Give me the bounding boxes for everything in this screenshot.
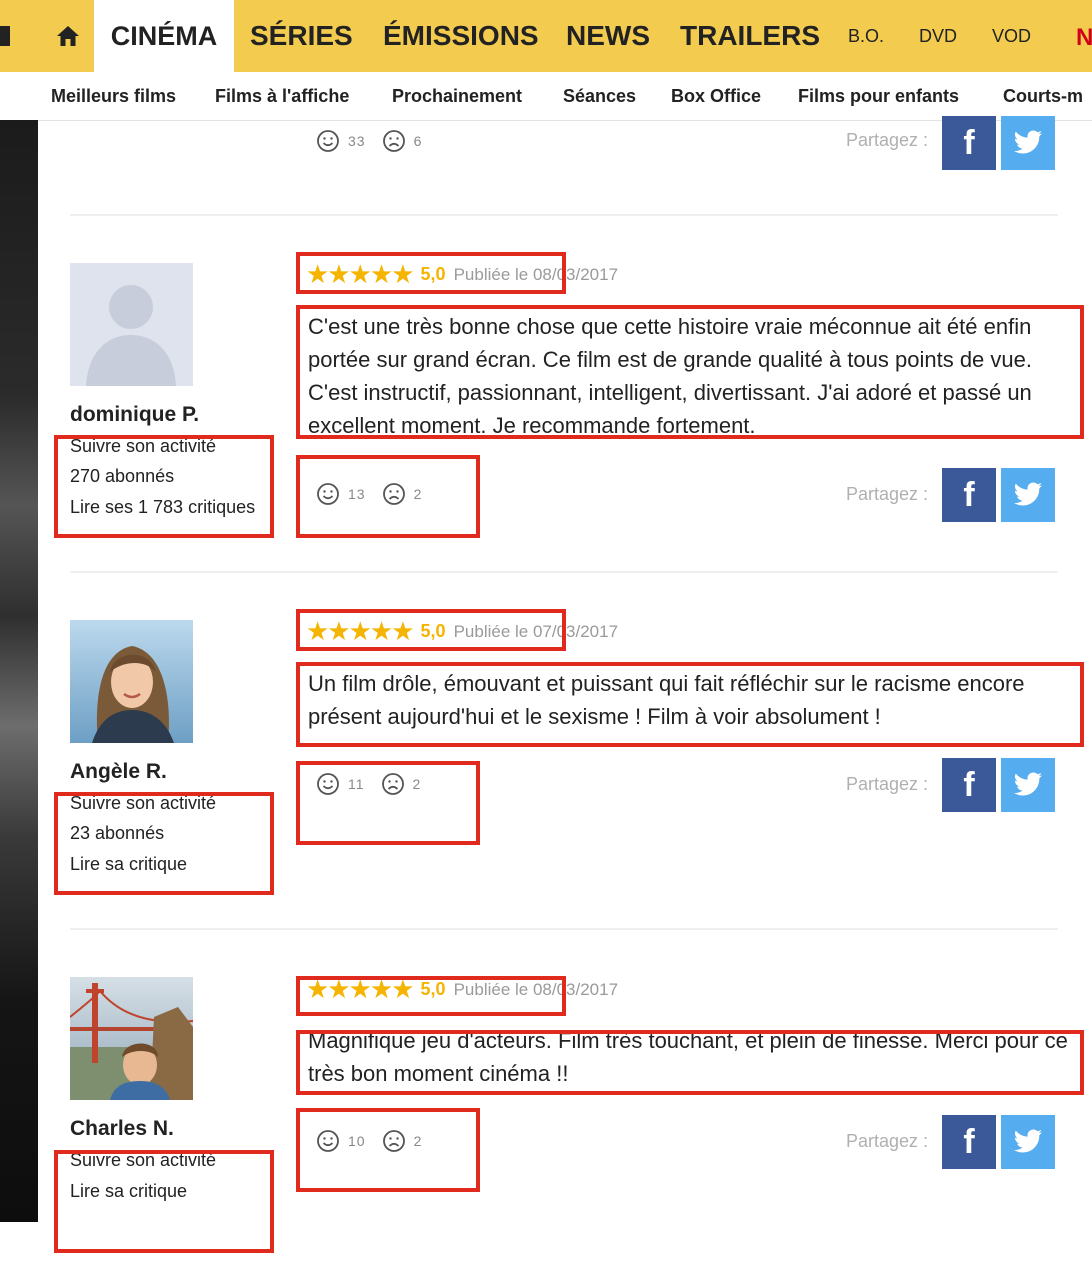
follow-link[interactable]: Suivre son activité — [70, 431, 216, 462]
nav-tab-emissions[interactable]: ÉMISSIONS — [383, 20, 539, 52]
subnav-meilleurs-films[interactable]: Meilleurs films — [51, 86, 176, 107]
review-divider — [70, 214, 1058, 216]
review-divider — [70, 928, 1058, 930]
facebook-icon: f — [963, 1122, 975, 1161]
like-count: 13 — [348, 486, 366, 502]
facebook-icon: f — [963, 475, 975, 514]
rating-score: 5,0 — [420, 621, 446, 641]
frown-icon[interactable] — [382, 129, 406, 153]
home-button[interactable] — [42, 0, 94, 72]
review-rating: ★★★★★ 5,0 Publiée le 08/03/2017 — [306, 974, 618, 1005]
dislike-count: 2 — [413, 1133, 423, 1149]
star-rating-icon: ★★★★★ — [306, 616, 415, 646]
subnav-prochainement[interactable]: Prochainement — [392, 86, 522, 107]
twitter-icon — [1013, 772, 1043, 796]
facebook-share-button[interactable]: f — [942, 758, 996, 812]
facebook-share-button[interactable]: f — [942, 1115, 996, 1169]
review-text: C'est une très bonne chose que cette his… — [308, 314, 1032, 438]
frown-icon[interactable] — [382, 482, 406, 506]
nav-tab-vod[interactable]: VOD — [992, 26, 1031, 47]
menu-icon[interactable] — [0, 26, 10, 46]
subnav-box-office[interactable]: Box Office — [671, 86, 761, 107]
user-avatar[interactable] — [70, 263, 193, 386]
nav-tab-bo[interactable]: B.O. — [848, 26, 884, 47]
vote-row: 13 2 — [316, 482, 438, 506]
dislike-count: 6 — [413, 133, 423, 149]
sub-nav: Meilleurs films Films à l'affiche Procha… — [0, 72, 1092, 121]
partner-logo-icon[interactable]: N — [1076, 24, 1092, 52]
review-text: Magnifique jeu d'acteurs. Film très touc… — [308, 1028, 1068, 1086]
nav-tab-series[interactable]: SÉRIES — [250, 20, 353, 52]
facebook-icon: f — [963, 765, 975, 804]
twitter-share-button[interactable] — [1001, 1115, 1055, 1169]
smile-icon[interactable] — [316, 482, 340, 506]
nav-tab-trailers[interactable]: TRAILERS — [680, 20, 820, 52]
star-rating-icon: ★★★★★ — [306, 974, 415, 1004]
frown-icon[interactable] — [381, 772, 405, 796]
twitter-share-button[interactable] — [1001, 758, 1055, 812]
followers-count[interactable]: 23 abonnés — [70, 818, 164, 849]
user-reviews-link[interactable]: Lire sa critique — [70, 1176, 187, 1207]
review-divider — [70, 571, 1058, 573]
user-avatar[interactable] — [70, 620, 193, 743]
like-count: 11 — [348, 776, 365, 792]
rating-score: 5,0 — [420, 264, 446, 284]
user-avatar[interactable] — [70, 977, 193, 1100]
publish-date: Publiée le 07/03/2017 — [453, 621, 619, 641]
vote-row: 33 6 — [316, 129, 438, 153]
user-name[interactable]: dominique P. — [70, 403, 199, 427]
review-text: Un film drôle, émouvant et puissant qui … — [308, 671, 1025, 729]
smile-icon[interactable] — [316, 1129, 340, 1153]
dislike-count: 2 — [413, 486, 423, 502]
share-label: Partagez : — [846, 484, 929, 504]
default-avatar-icon — [70, 263, 193, 386]
frown-icon[interactable] — [382, 1129, 406, 1153]
user-reviews-link[interactable]: Lire sa critique — [70, 849, 187, 880]
subnav-films-enfants[interactable]: Films pour enfants — [798, 86, 959, 107]
woman-photo — [70, 620, 193, 743]
movie-poster-strip — [0, 120, 38, 1222]
followers-count[interactable]: 270 abonnés — [70, 461, 174, 492]
follow-link[interactable]: Suivre son activité — [70, 1145, 216, 1176]
like-count: 10 — [348, 1133, 366, 1149]
facebook-share-button[interactable]: f — [942, 468, 996, 522]
publish-date: Publiée le 08/03/2017 — [453, 979, 619, 999]
nav-tab-cinema[interactable]: CINÉMA — [94, 0, 234, 72]
subnav-seances[interactable]: Séances — [563, 86, 636, 107]
nav-tab-news[interactable]: NEWS — [566, 20, 650, 52]
like-count: 33 — [348, 133, 366, 149]
facebook-icon: f — [963, 123, 975, 162]
subnav-films-affiche[interactable]: Films à l'affiche — [215, 86, 349, 107]
smile-icon[interactable] — [316, 772, 340, 796]
user-reviews-link[interactable]: Lire ses 1 783 critiques — [70, 492, 255, 523]
golden-gate-photo — [70, 977, 193, 1100]
vote-row: 11 2 — [316, 772, 437, 796]
review-rating: ★★★★★ 5,0 Publiée le 08/03/2017 — [306, 259, 618, 290]
facebook-share-button[interactable]: f — [942, 116, 996, 170]
smile-icon[interactable] — [316, 129, 340, 153]
share-label: Partagez : — [846, 1131, 929, 1151]
star-rating-icon: ★★★★★ — [306, 259, 415, 289]
twitter-icon — [1013, 1129, 1043, 1153]
twitter-share-button[interactable] — [1001, 468, 1055, 522]
top-nav: CINÉMA SÉRIES ÉMISSIONS NEWS TRAILERS B.… — [0, 0, 1092, 72]
review-rating: ★★★★★ 5,0 Publiée le 07/03/2017 — [306, 616, 618, 647]
twitter-share-button[interactable] — [1001, 116, 1055, 170]
user-name[interactable]: Angèle R. — [70, 760, 167, 784]
share-label: Partagez : — [846, 130, 929, 150]
publish-date: Publiée le 08/03/2017 — [453, 264, 619, 284]
twitter-icon — [1013, 482, 1043, 506]
share-label: Partagez : — [846, 774, 929, 794]
nav-tab-dvd[interactable]: DVD — [919, 26, 957, 47]
vote-row: 10 2 — [316, 1129, 438, 1153]
follow-link[interactable]: Suivre son activité — [70, 788, 216, 819]
rating-score: 5,0 — [420, 979, 446, 999]
home-icon — [57, 26, 79, 46]
twitter-icon — [1013, 130, 1043, 154]
user-name[interactable]: Charles N. — [70, 1117, 174, 1141]
subnav-courts-metrages[interactable]: Courts-m — [1003, 86, 1083, 107]
dislike-count: 2 — [412, 776, 422, 792]
